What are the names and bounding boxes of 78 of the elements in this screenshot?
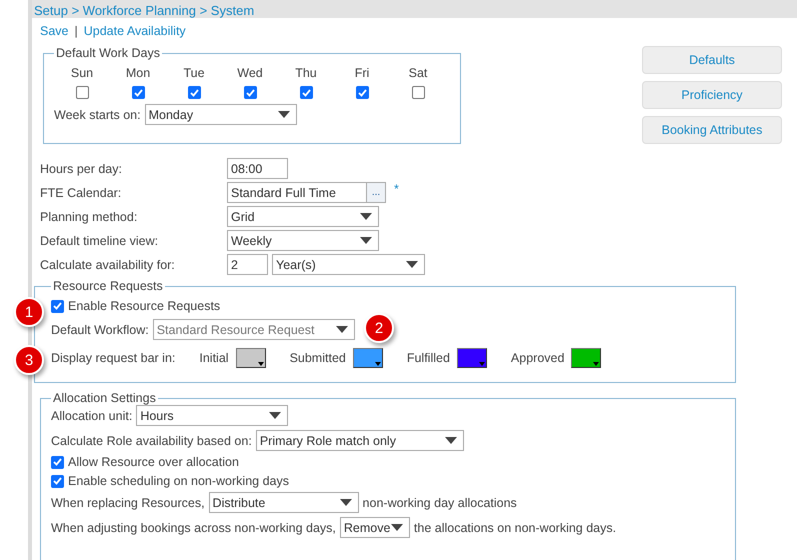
dropdown[interactable]: Primary Role match only xyxy=(256,430,464,451)
field-label: Calculate Role availability based on: xyxy=(51,434,252,448)
day-label: Mon xyxy=(126,66,150,80)
dropdown-arrow-icon xyxy=(269,412,282,419)
checkbox[interactable] xyxy=(300,86,312,99)
dropdown[interactable]: Remove xyxy=(340,517,410,538)
color-label: Fulfilled xyxy=(406,351,450,365)
dropdown[interactable]: Monday xyxy=(144,104,297,125)
checkbox-label: Enable scheduling on non-working days xyxy=(68,474,289,488)
day-label: Sun xyxy=(70,66,94,80)
dropdown[interactable]: Distribute xyxy=(208,492,359,513)
save-link[interactable]: Save xyxy=(40,24,68,38)
dropdown-arrow-icon xyxy=(336,326,348,333)
number-field[interactable]: 2 xyxy=(227,254,268,275)
checkbox[interactable] xyxy=(356,86,368,99)
step-marker: 2 xyxy=(364,313,394,343)
field-label: non-working day allocations xyxy=(362,496,517,510)
group-title: Resource Requests xyxy=(52,279,164,293)
day-label: Sat xyxy=(408,66,428,80)
color-picker[interactable] xyxy=(571,348,602,368)
color-label: Submitted xyxy=(290,351,346,365)
checkbox[interactable] xyxy=(132,86,144,99)
text-field[interactable]: Standard Full Time xyxy=(227,182,367,203)
field-label: FTE Calendar: xyxy=(40,186,122,200)
dropdown[interactable]: Hours xyxy=(136,405,288,426)
checkbox-label: Allow Resource over allocation xyxy=(68,455,239,469)
color-picker[interactable] xyxy=(456,348,487,368)
dropdown-arrow-icon xyxy=(340,499,352,506)
day-label: Thu xyxy=(295,66,317,80)
field-label: When replacing Resources, xyxy=(51,496,205,510)
dropdown-arrow-icon xyxy=(593,362,600,366)
color-label: Approved xyxy=(510,351,564,365)
day-label: Fri xyxy=(354,66,370,80)
checkbox-label: Enable Resource Requests xyxy=(68,299,220,313)
dropdown-arrow-icon xyxy=(374,362,381,366)
field-label: Calculate availability for: xyxy=(40,258,176,272)
text-field[interactable]: 08:00 xyxy=(227,158,288,179)
dropdown[interactable]: Year(s) xyxy=(272,254,425,275)
separator: | xyxy=(74,24,78,38)
dropdown[interactable]: Weekly xyxy=(227,230,379,251)
dropdown-arrow-icon xyxy=(406,261,418,268)
update-availability-link[interactable]: Update Availability xyxy=(84,24,186,38)
group-title: Allocation Settings xyxy=(52,391,157,405)
checkbox[interactable] xyxy=(51,300,64,312)
checkbox[interactable] xyxy=(188,86,200,99)
checkbox[interactable] xyxy=(51,474,64,488)
field-label: the allocations on non-working days. xyxy=(414,520,616,534)
color-picker[interactable] xyxy=(352,348,383,368)
dropdown-arrow-icon xyxy=(278,111,290,118)
checkbox[interactable] xyxy=(244,86,256,99)
day-label: Tue xyxy=(183,66,205,80)
day-label: Wed xyxy=(237,66,263,80)
field-label: Planning method: xyxy=(40,210,138,224)
dropdown-arrow-icon xyxy=(444,437,457,444)
dropdown-arrow-icon xyxy=(478,362,485,366)
field-label: Allocation unit: xyxy=(51,408,132,422)
step-marker: 3 xyxy=(14,345,44,375)
dropdown-arrow-icon xyxy=(360,213,372,220)
field-label: Display request bar in: xyxy=(51,351,176,365)
dropdown-arrow-icon xyxy=(360,237,372,244)
checkbox[interactable] xyxy=(412,86,424,99)
checkbox[interactable] xyxy=(51,456,64,468)
required-mark: * xyxy=(394,182,399,196)
browse-button[interactable]: ... xyxy=(366,182,386,203)
color-picker[interactable] xyxy=(236,348,266,368)
checkbox[interactable] xyxy=(76,86,88,99)
field-label: Week starts on: xyxy=(54,108,141,122)
step-marker: 1 xyxy=(14,297,44,327)
group-title: Default Work Days xyxy=(55,46,161,60)
field-label: Default Workflow: xyxy=(51,322,149,336)
field-label: Hours per day: xyxy=(40,162,123,176)
field-label: Default timeline view: xyxy=(40,234,160,248)
dropdown[interactable]: Grid xyxy=(227,206,379,227)
breadcrumb: Setup > Workforce Planning > System xyxy=(32,0,797,18)
dropdown-arrow-icon xyxy=(390,524,403,531)
dropdown-arrow-icon xyxy=(258,362,264,366)
field-label: When adjusting bookings across non-working days, xyxy=(51,520,336,534)
color-label: Initial xyxy=(199,351,229,365)
